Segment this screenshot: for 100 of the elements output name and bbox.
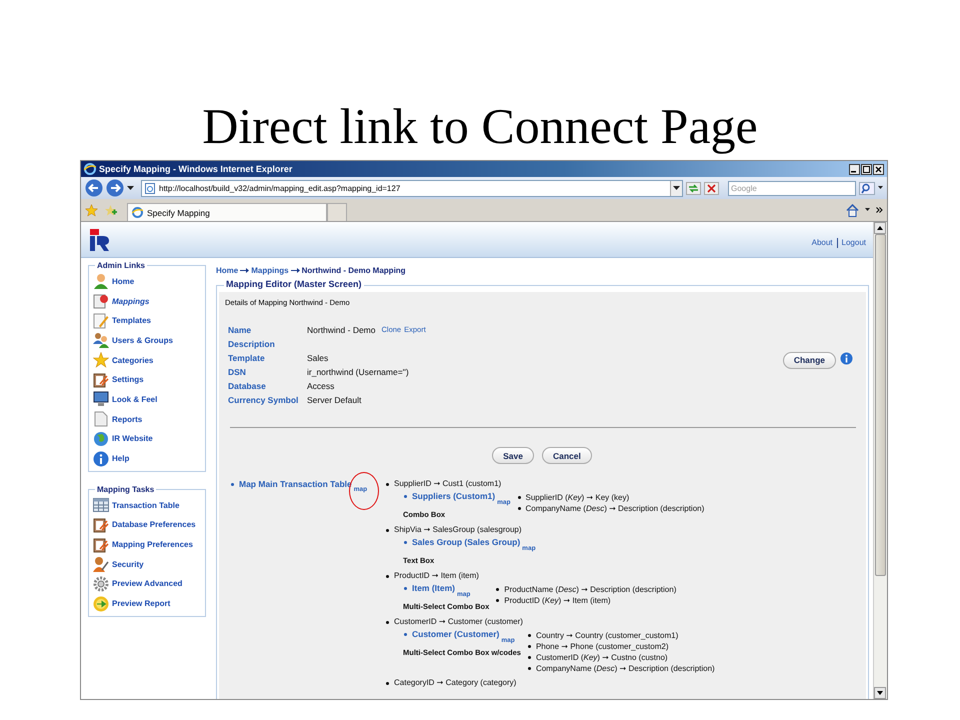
globe-icon xyxy=(93,430,109,447)
window-title: Specify Mapping - Windows Internet Explorer xyxy=(99,164,294,174)
caret-icon[interactable] xyxy=(865,208,870,212)
bullet-icon xyxy=(528,656,531,659)
scrollbar-thumb[interactable] xyxy=(875,234,886,576)
bullet-icon xyxy=(528,645,531,648)
breadcrumb-link[interactable]: Mappings xyxy=(251,266,289,274)
minimize-icon[interactable] xyxy=(849,164,860,174)
bullet-icon xyxy=(386,528,389,532)
field-label: DSN xyxy=(228,366,247,378)
sidebar-item[interactable]: Mappings xyxy=(93,292,201,310)
field-mapping: CompanyName (Desc) ➞ Description (description) xyxy=(536,663,715,674)
sidebar-item[interactable]: Home xyxy=(93,273,201,290)
stop-icon[interactable] xyxy=(704,182,719,194)
sidebar-item[interactable]: Security xyxy=(93,556,201,573)
sidebar-item[interactable]: Settings xyxy=(93,371,201,388)
sidebar-item[interactable]: Mapping Preferences xyxy=(93,536,201,553)
panel-title: Mapping Tasks xyxy=(95,484,156,494)
home-icon[interactable] xyxy=(846,204,859,216)
sidebar-item[interactable]: Help xyxy=(93,450,201,467)
arrow-icon xyxy=(290,268,300,272)
bullet-icon xyxy=(518,496,520,499)
caret-icon[interactable] xyxy=(878,186,883,190)
search-icon[interactable] xyxy=(859,182,875,194)
document-icon xyxy=(93,293,109,310)
sidebar-item[interactable]: Database Preferences xyxy=(93,516,201,534)
refresh-icon[interactable] xyxy=(686,182,701,194)
bullet-icon xyxy=(528,667,531,670)
sidebar-item[interactable]: Preview Report xyxy=(93,595,201,612)
mapping-text: ShipVia ➞ SalesGroup (salesgroup) xyxy=(394,524,522,536)
sidebar-item[interactable]: Categories xyxy=(93,352,201,368)
bullet-icon xyxy=(386,574,389,578)
panel-title: Mapping Editor (Master Screen) xyxy=(224,279,364,289)
document-icon xyxy=(93,411,109,428)
bullet-icon xyxy=(404,494,407,498)
header-link[interactable]: Logout xyxy=(842,238,866,247)
forward-icon[interactable] xyxy=(106,179,124,197)
person-icon xyxy=(93,273,109,290)
field-value: Access xyxy=(307,380,334,392)
search-field[interactable]: Google xyxy=(728,180,856,196)
maximize-icon[interactable] xyxy=(861,164,872,174)
form-button[interactable]: Save xyxy=(492,447,534,464)
field-label: Template xyxy=(228,352,266,364)
caret-icon[interactable] xyxy=(127,186,134,190)
bullet-icon xyxy=(496,599,500,602)
close-icon[interactable] xyxy=(873,164,884,174)
sidebar-item[interactable]: Preview Advanced xyxy=(93,576,201,592)
person-pencil-icon xyxy=(93,556,109,572)
field-mapping: CustomerID (Key) ➞ Custno (custno) xyxy=(536,652,668,663)
field-label: Description xyxy=(228,338,276,350)
table-link[interactable]: Customer (Customer) xyxy=(412,628,500,641)
table-link[interactable]: Suppliers (Custom1) xyxy=(412,490,496,503)
sun-icon xyxy=(93,596,109,612)
scrollbar[interactable] xyxy=(873,222,887,699)
people-icon xyxy=(93,332,109,348)
clipboard-icon xyxy=(93,536,109,553)
clipboard-icon xyxy=(93,372,109,388)
page-icon xyxy=(145,182,155,194)
bullet-icon xyxy=(528,634,531,637)
field-mapping: ProductID (Key) ➞ Item (item) xyxy=(504,595,611,606)
breadcrumb-link[interactable]: Home xyxy=(216,266,238,274)
info-icon xyxy=(840,352,853,364)
browser-icon xyxy=(132,207,143,218)
pencil-icon xyxy=(93,312,109,329)
table-link[interactable]: Item (Item) xyxy=(412,582,455,595)
sidebar-item[interactable]: Templates xyxy=(93,312,201,330)
chevron-icon[interactable] xyxy=(876,207,883,213)
sidebar-item[interactable]: Look & Feel xyxy=(93,391,201,408)
bullet-icon xyxy=(404,586,407,590)
gear-icon xyxy=(93,576,109,592)
slide-title: Direct link to Connect Page xyxy=(202,97,758,156)
field-label: Currency Symbol xyxy=(228,394,300,406)
browser-icon xyxy=(84,163,96,175)
table-icon xyxy=(93,497,109,514)
form-button[interactable]: Cancel xyxy=(542,447,592,464)
bullet-icon xyxy=(496,588,500,591)
change-button[interactable]: Change xyxy=(782,352,836,368)
header-link[interactable]: About xyxy=(812,238,833,247)
field-value: ir_northwind (Username='') xyxy=(307,366,409,378)
back-icon[interactable] xyxy=(85,179,103,197)
info-icon xyxy=(93,450,109,467)
sidebar-item[interactable]: Reports xyxy=(93,410,201,428)
bullet-icon xyxy=(518,507,520,510)
browser-tab[interactable]: Specify Mapping xyxy=(127,203,327,221)
star-icon[interactable] xyxy=(85,204,98,216)
logo-icon xyxy=(88,226,110,252)
address-field[interactable]: http://localhost/build_v32/admin/mapping_edit.asp?mapping_id=127 xyxy=(141,180,683,196)
field-mapping: Phone ➞ Phone (customer_custom2) xyxy=(536,641,668,652)
sidebar-item[interactable]: Users & Groups xyxy=(93,332,201,349)
field-value: Northwind - Demo xyxy=(307,324,376,336)
breadcrumb-link[interactable]: Northwind - Demo Mapping xyxy=(302,266,406,274)
caret-icon[interactable] xyxy=(673,186,680,190)
star-plus-icon[interactable] xyxy=(104,204,117,216)
sidebar-item[interactable]: Transaction Table xyxy=(93,496,201,514)
bullet-icon xyxy=(404,540,407,544)
sidebar-item[interactable]: IR Website xyxy=(93,430,201,448)
bullet-icon xyxy=(386,482,389,486)
table-link[interactable]: Sales Group (Sales Group) xyxy=(412,536,520,549)
mapping-text: SupplierID ➞ Cust1 (custom1) xyxy=(394,478,502,490)
field-mapping: CompanyName (Desc) ➞ Description (description) xyxy=(526,503,704,514)
